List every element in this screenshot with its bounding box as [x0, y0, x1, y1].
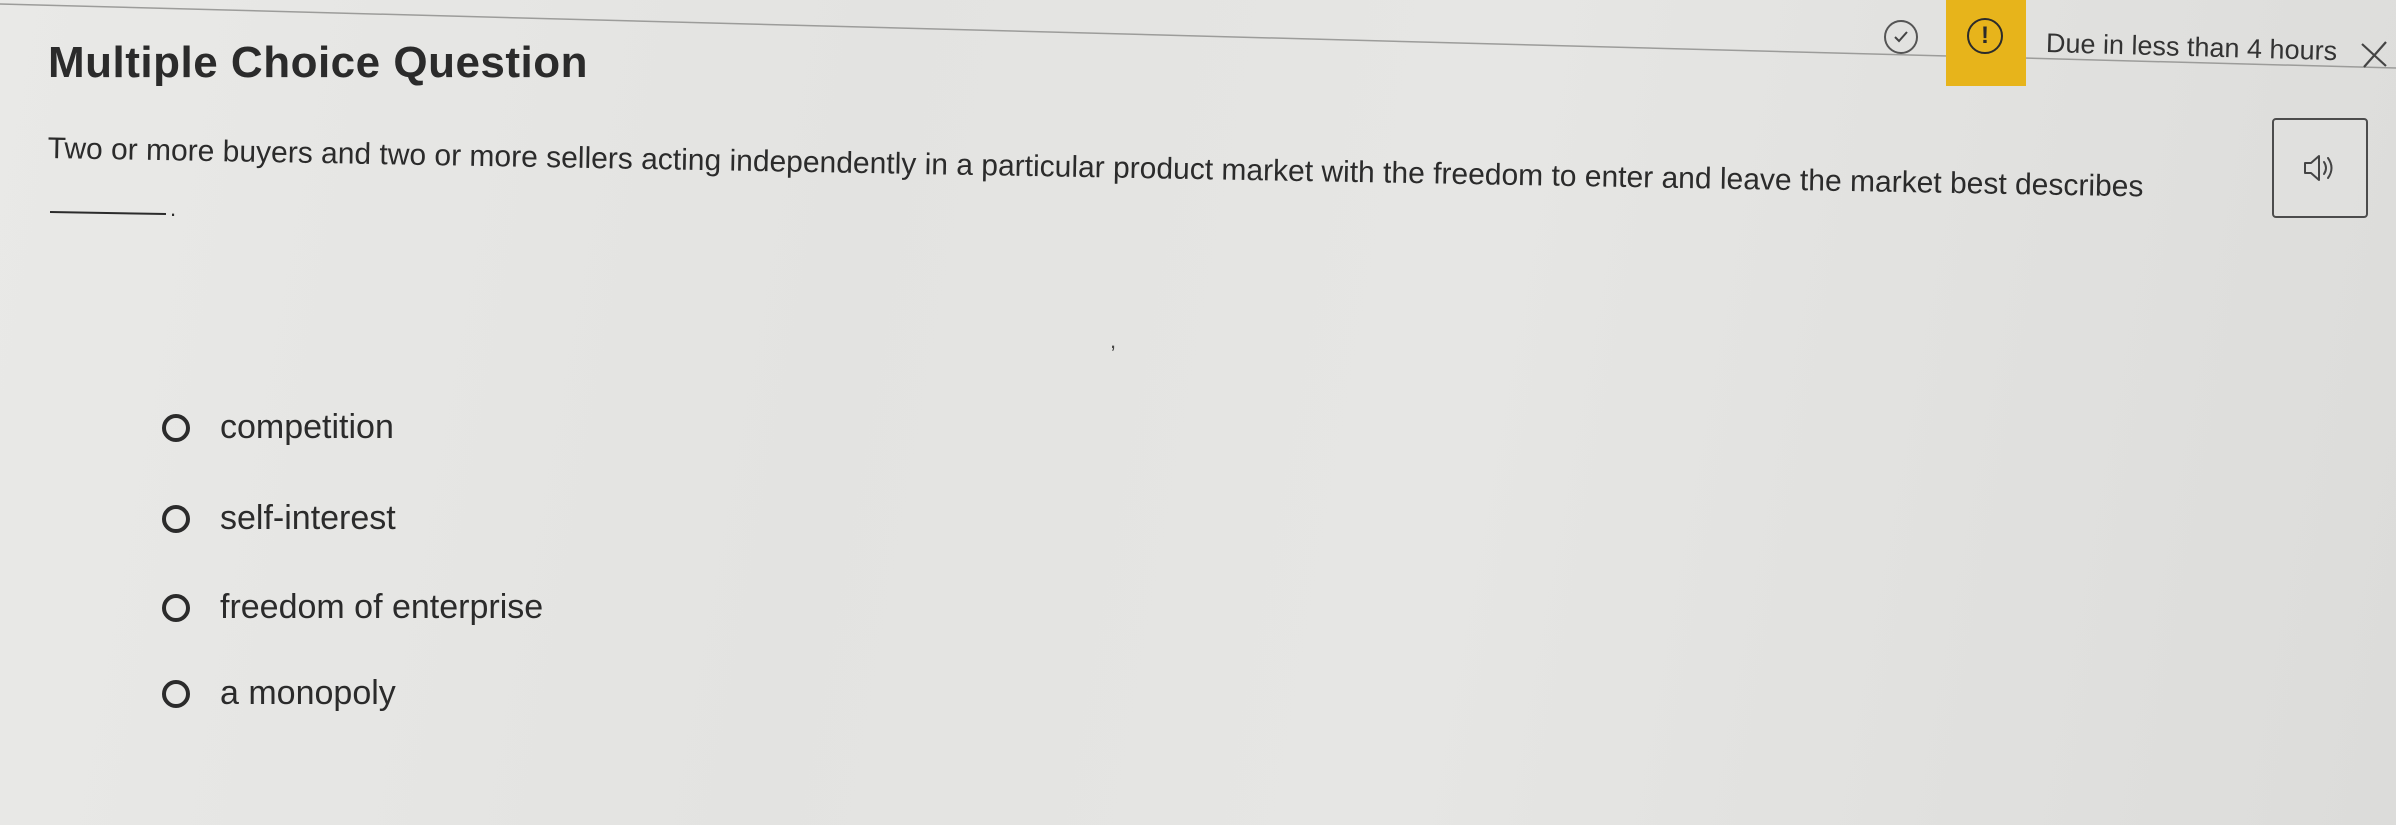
option-self-interest[interactable]: self-interest	[162, 499, 396, 538]
check-mark-icon	[1894, 31, 1908, 43]
option-label: competition	[220, 408, 394, 446]
option-label: a monopoly	[220, 674, 396, 712]
radio-icon[interactable]	[162, 679, 190, 708]
stray-mark: ,	[1110, 328, 1117, 353]
option-freedom-of-enterprise[interactable]: freedom of enterprise	[162, 588, 543, 627]
radio-icon[interactable]	[162, 413, 190, 442]
option-a-monopoly[interactable]: a monopoly	[162, 674, 396, 713]
due-alert-badge: !	[1946, 0, 2026, 86]
blank-period: .	[170, 196, 177, 221]
due-date-text: Due in less than 4 hours	[2045, 28, 2338, 67]
option-label: self-interest	[220, 499, 396, 537]
exclamation-circle-icon: !	[1967, 18, 2003, 54]
check-circle-icon[interactable]	[1884, 20, 1918, 54]
question-text: Two or more buyers and two or more selle…	[47, 132, 2144, 204]
speaker-icon	[2304, 155, 2333, 181]
option-label: freedom of enterprise	[220, 588, 544, 626]
option-competition[interactable]: competition	[162, 408, 394, 447]
page-title: Multiple Choice Question	[48, 38, 589, 87]
status-bar: ! Due in less than 4 hours	[1856, 0, 2396, 86]
radio-icon[interactable]	[162, 504, 190, 533]
close-icon[interactable]	[2356, 36, 2392, 72]
read-aloud-button[interactable]	[2272, 118, 2368, 218]
radio-icon[interactable]	[162, 593, 190, 622]
answer-blank	[49, 210, 167, 216]
